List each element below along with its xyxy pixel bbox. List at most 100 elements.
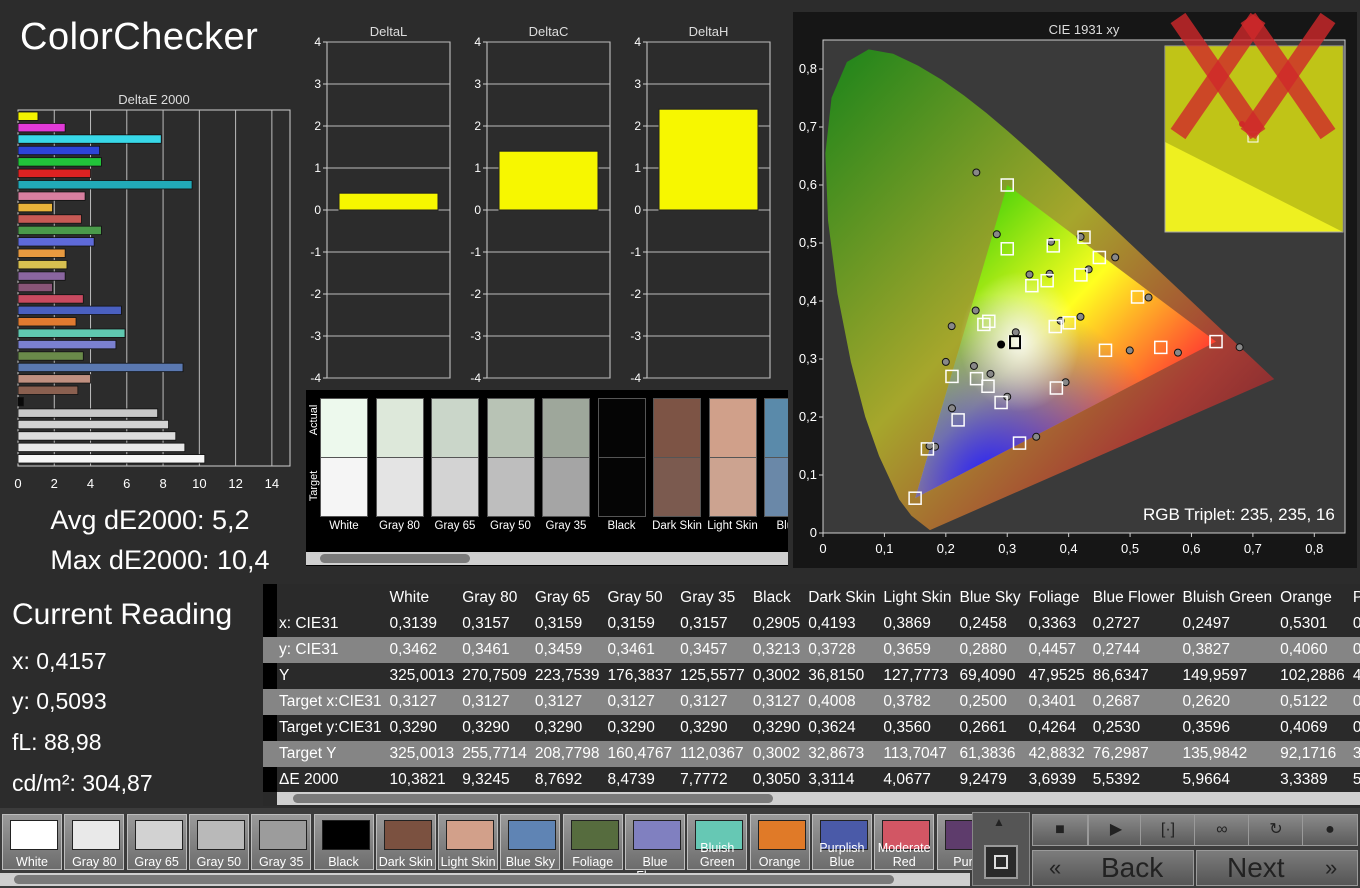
table-cell: 0,3782 — [883, 689, 960, 715]
stop-button[interactable] — [984, 845, 1018, 879]
swatch-button[interactable]: Blue Flower — [625, 814, 685, 883]
deltae-bar — [17, 317, 77, 327]
table-cell: 0,3659 — [883, 637, 960, 663]
swatch-chip — [633, 820, 681, 850]
patch-actual-swatch — [486, 398, 535, 458]
loop-button[interactable]: ∞ — [1194, 814, 1250, 846]
swatch-button[interactable]: Gray 80 — [64, 814, 125, 870]
table-cell: 0,5122 — [1280, 689, 1353, 715]
deltae-tick-label: 0 — [14, 476, 21, 491]
table-scroll-thumb[interactable] — [293, 794, 773, 803]
swatch-label: Purplish Blue — [819, 841, 865, 869]
swatch-button[interactable]: Foliage — [562, 814, 623, 870]
deltae-bar — [17, 191, 86, 201]
comparison-scroll-thumb[interactable] — [320, 554, 470, 563]
max-de-label: Max dE2000: 10,4 — [50, 545, 270, 575]
deltae-tick-label: 4 — [87, 476, 94, 491]
swatch-scrollbar[interactable] — [0, 873, 970, 886]
delta-tick-label: 2 — [314, 119, 321, 133]
cie-x-tick-label: 0,8 — [1305, 541, 1323, 556]
measured-point — [941, 357, 950, 366]
comparison-patch: Gray 35 — [542, 396, 590, 542]
next-label: Next — [1227, 852, 1285, 883]
cie-y-tick-label: 0,1 — [799, 467, 817, 482]
measured-point — [1032, 432, 1041, 441]
swatch-button[interactable]: Blue Sky — [500, 814, 561, 870]
delta-tick-label: -2 — [470, 287, 481, 301]
swatch-chip — [570, 820, 619, 850]
record-button[interactable]: ● — [1302, 814, 1358, 846]
cie-x-tick-label: 0,4 — [1060, 541, 1078, 556]
patch-actual-swatch — [542, 398, 590, 458]
deltae-bar — [17, 408, 159, 418]
swatch-label: Gray 80 — [72, 855, 117, 869]
table-cell: 0,3728 — [808, 637, 884, 663]
cie-x-tick-label: 0,6 — [1182, 541, 1200, 556]
stop-icon — [994, 855, 1008, 869]
swatch-button[interactable]: Light Skin — [438, 814, 499, 870]
data-table: White Gray 80 Gray 65 Gray 50 Gray 35 Black Da… — [263, 584, 1360, 806]
swatch-scroll-thumb[interactable] — [14, 875, 894, 884]
cie-chart: CIE 1931 xy 0 0,1 0,2 0,3 0,4 0,5 0,6 0,7 0,8 0 0,1… — [793, 12, 1357, 568]
up-icon[interactable]: ▲ — [993, 815, 1005, 829]
patch-label: Light Skin — [707, 520, 758, 532]
comparison-patch: Light Skin — [707, 396, 758, 542]
row-label: Y — [279, 667, 290, 684]
delta-tick-label: 4 — [474, 35, 481, 49]
stop-small-button[interactable]: ■ — [1032, 814, 1088, 846]
play-button[interactable]: ▶ — [1088, 814, 1144, 846]
comparison-scrollbar[interactable] — [306, 552, 788, 565]
row-label: ΔE 2000 — [279, 771, 339, 788]
swatch-chip — [72, 820, 121, 850]
swatch-button[interactable]: Gray 35 — [251, 814, 312, 870]
deltae-tick-label: 14 — [265, 476, 279, 491]
swatch-button[interactable]: Gray 65 — [126, 814, 187, 870]
swatch-chip — [446, 820, 495, 850]
table-cell: 0,3290 — [534, 719, 583, 736]
swatch-button[interactable]: Dark Skin — [375, 814, 436, 870]
swatch-button[interactable]: Moderate Red — [874, 814, 935, 870]
deltae-bar — [17, 431, 177, 441]
deltae-bar — [17, 362, 184, 373]
table-scrollbar[interactable] — [277, 792, 1360, 805]
deltac-chart: DeltaC 4 3 2 1 0 -1 -2 -3 -4 — [470, 24, 611, 385]
measured-point — [971, 306, 980, 315]
swatch-button[interactable]: Purplish Blue — [811, 814, 872, 870]
step-button[interactable]: [·] — [1140, 814, 1196, 846]
table-cell: 0,2727 — [1092, 615, 1141, 632]
comparison-patch: White — [320, 396, 368, 542]
swatch-button[interactable]: Gray 50 — [188, 814, 249, 870]
patch-actual-swatch — [431, 398, 479, 458]
table-cell: 0,3624 — [808, 719, 856, 736]
table-cell: 0,3459 — [534, 637, 608, 663]
deltae-bar — [17, 180, 193, 190]
back-button[interactable]: « Back — [1032, 850, 1194, 886]
measured-point — [1025, 270, 1034, 279]
measured-point — [992, 230, 1001, 239]
patch-label: Gray 50 — [490, 520, 531, 532]
swatch-button[interactable]: Black — [313, 814, 374, 870]
swatch-button[interactable]: Orange — [749, 814, 810, 870]
current-cd: cd/m²: 304,87 — [12, 770, 153, 796]
readings-table: White Gray 80 Gray 65 Gray 50 Gray 35 Black Da… — [263, 584, 1360, 793]
swatch-button[interactable]: White — [2, 814, 62, 870]
table-cell: 0,3127 — [534, 689, 608, 715]
table-cell: 0,3213 — [752, 637, 809, 663]
table-cell: 0,3159 — [534, 615, 583, 632]
refresh-button[interactable]: ↻ — [1248, 814, 1304, 846]
delta-chart-title: DeltaC — [529, 24, 569, 39]
delta-tick-label: 0 — [634, 203, 641, 217]
patch-target-swatch — [375, 457, 424, 517]
swatch-button[interactable]: Bluish Green — [687, 814, 748, 870]
swatch-chip — [383, 820, 432, 850]
table-cell: 125,5577 — [680, 667, 745, 684]
measured-point — [1173, 348, 1182, 357]
column-header: Dark Skin — [808, 588, 876, 606]
measured-point — [1076, 312, 1085, 321]
delta-tick-label: 1 — [474, 161, 481, 175]
table-cell: 112,0367 — [680, 741, 753, 767]
next-button[interactable]: Next » — [1196, 850, 1358, 886]
row-label: y: CIE31 — [263, 637, 390, 663]
table-cell: 0,3290 — [389, 719, 437, 736]
app-title: ColorChecker — [20, 16, 259, 58]
